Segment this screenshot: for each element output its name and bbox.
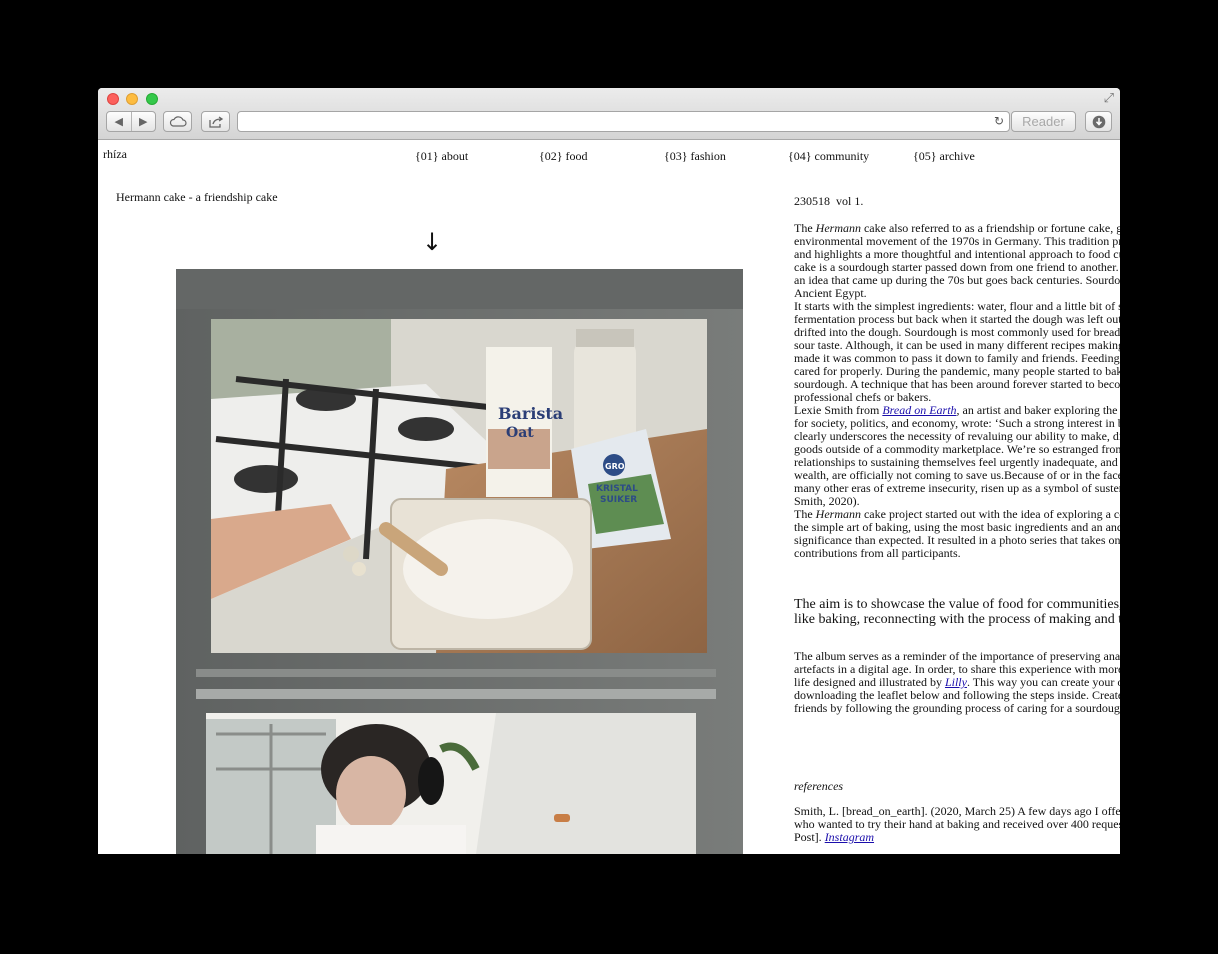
references-list: Smith, L. [bread_on_earth]. (2020, March…: [794, 804, 1120, 844]
references-heading: references: [794, 779, 844, 793]
carton-sublabel: Oat: [506, 425, 534, 441]
icloud-tabs-button[interactable]: [163, 111, 192, 132]
sugar-bag-label: KRISTAL: [596, 484, 638, 494]
zoom-window-button[interactable]: [146, 93, 158, 105]
nav-community[interactable]: {04} community: [788, 149, 869, 164]
share-button[interactable]: [201, 111, 230, 132]
article-body: The Hermann cake also referred to as a f…: [794, 221, 1120, 560]
web-page: rhíza {01} about {02} food {03} fashion …: [98, 140, 1120, 854]
instagram-link[interactable]: Instagram: [825, 830, 874, 844]
photo-1: Barista Oat GRO KRISTAL SUIKER: [211, 319, 707, 653]
photo-album-image: Barista Oat GRO KRISTAL SUIKER: [176, 269, 743, 854]
forward-arrow-icon[interactable]: ▶: [132, 115, 156, 128]
minimize-window-button[interactable]: [126, 93, 138, 105]
cloud-icon: [169, 116, 187, 127]
sugar-bag-sublabel: SUIKER: [600, 495, 637, 505]
lilly-link[interactable]: Lilly: [945, 675, 967, 689]
site-logo[interactable]: rhíza: [103, 147, 127, 162]
browser-window: ⤢ ◀ ▶ ↻ Reader rhíza {01} about {02} foo…: [98, 88, 1120, 854]
photo-2: [206, 713, 696, 854]
history-nav-buttons: ◀ ▶: [106, 111, 156, 132]
share-icon: [208, 115, 223, 128]
post-title: Hermann cake - a friendship cake: [116, 190, 278, 204]
bread-on-earth-link[interactable]: Bread on Earth: [882, 403, 956, 417]
nav-fashion[interactable]: {03} fashion: [664, 149, 726, 164]
album-paragraph: The album serves as a reminder of the im…: [794, 649, 1120, 715]
aim-statement: The aim is to showcase the value of food…: [794, 597, 1120, 627]
reader-button[interactable]: Reader: [1011, 111, 1076, 132]
downloads-button[interactable]: [1085, 111, 1112, 132]
address-bar[interactable]: ↻: [237, 111, 1010, 132]
down-arrow-icon: ↓: [422, 228, 443, 256]
reload-icon[interactable]: ↻: [994, 114, 1004, 128]
photo-album-illustration: Barista Oat GRO KRISTAL SUIKER: [176, 269, 743, 854]
nav-about[interactable]: {01} about: [415, 149, 468, 164]
download-icon: [1092, 115, 1105, 128]
post-date-volume: 230518 vol 1.: [794, 194, 864, 208]
sugar-bag-logo: GRO: [605, 462, 625, 471]
carton-label: Barista: [498, 404, 563, 423]
fullscreen-icon[interactable]: ⤢: [1104, 91, 1114, 106]
back-arrow-icon[interactable]: ◀: [107, 115, 131, 128]
browser-toolbar: ⤢ ◀ ▶ ↻ Reader: [98, 88, 1120, 140]
nav-archive[interactable]: {05} archive: [913, 149, 975, 164]
nav-food[interactable]: {02} food: [539, 149, 588, 164]
close-window-button[interactable]: [107, 93, 119, 105]
